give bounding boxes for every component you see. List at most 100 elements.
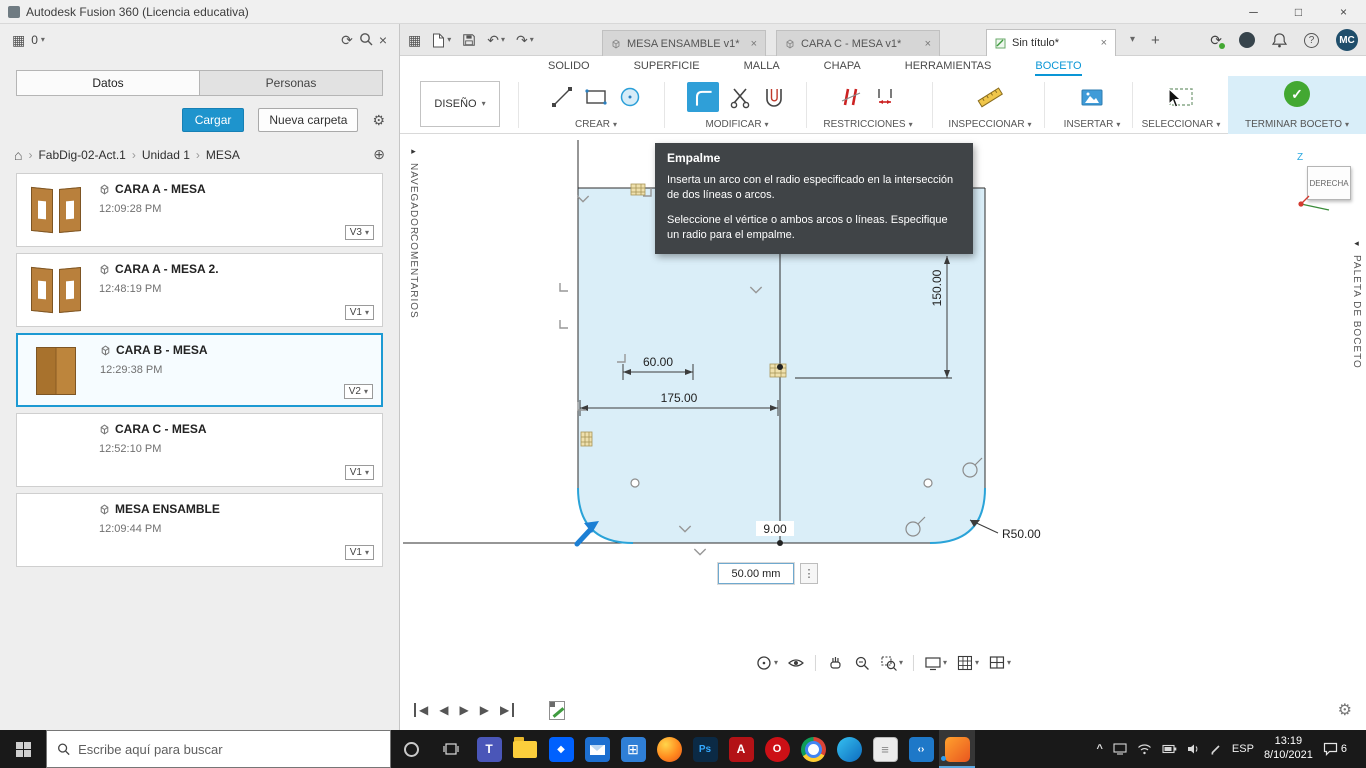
grid-settings-button[interactable]: ▾: [954, 652, 981, 674]
job-status-icon[interactable]: [1239, 32, 1255, 48]
timeline-skip-start-button[interactable]: ◀: [414, 703, 429, 717]
projects-grid-icon[interactable]: ▦: [12, 33, 25, 47]
upload-button[interactable]: Cargar: [181, 108, 245, 132]
tab-herramientas[interactable]: HERRAMIENTAS: [905, 56, 992, 76]
opera-icon[interactable]: [759, 730, 795, 768]
model-canvas[interactable]: 60.00 175.00 150.00 9.00 R50.00 ▸ NAVEGA…: [400, 134, 1366, 690]
teams-icon[interactable]: [471, 730, 507, 768]
sketch-point[interactable]: [630, 478, 640, 488]
maximize-button[interactable]: □: [1276, 0, 1321, 24]
workspace-selector[interactable]: DISEÑO ▾: [420, 81, 500, 127]
tab-boceto[interactable]: BOCETO: [1035, 56, 1081, 76]
fusion-360-taskbar-icon[interactable]: [939, 730, 975, 768]
start-button[interactable]: [0, 730, 46, 768]
measure-ruler-icon[interactable]: [976, 84, 1004, 110]
chevron-up-icon[interactable]: ^: [1096, 743, 1102, 755]
clock[interactable]: 13:19 8/10/2021: [1264, 735, 1313, 763]
code-app-icon[interactable]: [903, 730, 939, 768]
zoom-window-button[interactable]: ▾: [878, 652, 905, 674]
notes-icon[interactable]: [867, 730, 903, 768]
language-indicator[interactable]: ESP: [1232, 743, 1254, 755]
acrobat-icon[interactable]: [723, 730, 759, 768]
speaker-icon[interactable]: [1187, 743, 1200, 755]
breadcrumb-folder[interactable]: Unidad 1: [142, 148, 190, 162]
redo-button[interactable]: ↷ ▾: [516, 33, 534, 47]
user-avatar[interactable]: MC: [1336, 29, 1358, 51]
pen-icon[interactable]: [1210, 743, 1222, 755]
rectangle-tool-icon[interactable]: [583, 84, 609, 110]
close-panel-icon[interactable]: ×: [379, 33, 387, 47]
dropbox-icon[interactable]: [543, 730, 579, 768]
timeline-step-forward-button[interactable]: ▶: [479, 703, 490, 717]
trim-scissors-icon[interactable]: [727, 84, 753, 110]
version-dropdown[interactable]: V1 ▾: [344, 465, 374, 480]
list-item[interactable]: CARA A - MESA 2. 12:48:19 PM V1 ▾: [16, 253, 383, 327]
list-item[interactable]: CARA C - MESA 12:52:10 PM V1 ▾: [16, 413, 383, 487]
pan-button[interactable]: [824, 652, 846, 674]
cortana-button[interactable]: [391, 730, 431, 768]
new-tab-button[interactable]: +: [1151, 32, 1160, 49]
group-label-insertar[interactable]: INSERTAR ▾: [1064, 119, 1121, 130]
search-input[interactable]: [78, 741, 380, 757]
search-icon[interactable]: [359, 32, 373, 48]
display-settings-button[interactable]: ▾: [922, 652, 949, 674]
refresh-icon[interactable]: ⟳: [341, 33, 353, 47]
timeline-settings-gear-icon[interactable]: ⚙: [1338, 700, 1352, 720]
comentarios-panel-tab[interactable]: COMENTARIOS: [408, 234, 419, 322]
dimension-9[interactable]: 9.00: [756, 521, 794, 536]
fillet-tool-icon-active[interactable]: [687, 82, 719, 112]
kebab-menu-icon[interactable]: ⋮: [800, 563, 818, 584]
file-explorer-icon[interactable]: [507, 730, 543, 768]
sketch-vertex[interactable]: [777, 540, 783, 546]
tab-personas[interactable]: Personas: [200, 71, 382, 95]
chrome-icon[interactable]: [795, 730, 831, 768]
document-tab-active[interactable]: Sin título* ×: [986, 29, 1116, 56]
job-status-dropdown[interactable]: 0 ▾: [31, 33, 45, 47]
edge-icon[interactable]: [831, 730, 867, 768]
close-tab-icon[interactable]: ×: [751, 38, 757, 50]
timeline-skip-end-button[interactable]: ▶: [499, 703, 515, 717]
finish-sketch-label[interactable]: TERMINAR BOCETO ▾: [1245, 119, 1349, 130]
tab-malla[interactable]: MALLA: [744, 56, 780, 76]
tab-list-dropdown-icon[interactable]: ▾: [1130, 35, 1135, 45]
dimension-r50[interactable]: R50.00: [969, 519, 1041, 541]
sketch-vertex[interactable]: [777, 364, 783, 370]
group-label-modificar[interactable]: MODIFICAR ▾: [705, 119, 768, 130]
view-cube[interactable]: Z DERECHA: [1293, 152, 1365, 220]
version-dropdown[interactable]: V1 ▾: [344, 545, 374, 560]
task-view-button[interactable]: [431, 730, 471, 768]
tab-superficie[interactable]: SUPERFICIE: [634, 56, 700, 76]
list-item-selected[interactable]: CARA B - MESA 12:29:38 PM V2 ▾: [16, 333, 383, 407]
version-dropdown[interactable]: V2 ▾: [343, 384, 373, 399]
list-item[interactable]: CARA A - MESA 12:09:28 PM V3 ▾: [16, 173, 383, 247]
new-folder-button[interactable]: Nueva carpeta: [258, 108, 359, 132]
list-item[interactable]: MESA ENSAMBLE 12:09:44 PM V1 ▾: [16, 493, 383, 567]
sketch-palette-tab[interactable]: ◂ PALETA DE BOCETO: [1351, 238, 1362, 369]
close-button[interactable]: ×: [1321, 0, 1366, 24]
tab-datos[interactable]: Datos: [17, 71, 200, 95]
undo-button[interactable]: ↶ ▾: [487, 33, 505, 47]
zoom-button[interactable]: [851, 652, 873, 674]
look-at-button[interactable]: [785, 652, 807, 674]
gear-icon[interactable]: ⚙: [372, 113, 385, 127]
document-tab[interactable]: CARA C - MESA v1* ×: [776, 30, 940, 56]
parallel-constraint-icon[interactable]: [838, 84, 864, 110]
wifi-icon[interactable]: [1137, 743, 1152, 755]
group-label-seleccionar[interactable]: SELECCIONAR ▾: [1142, 119, 1221, 130]
home-icon[interactable]: ⌂: [14, 148, 22, 162]
sync-status-icon[interactable]: ⟳: [1210, 32, 1225, 49]
group-label-restricciones[interactable]: RESTRICCIONES ▾: [823, 119, 912, 130]
timeline-play-button[interactable]: ▶: [458, 703, 469, 717]
photoshop-icon[interactable]: [687, 730, 723, 768]
minimize-button[interactable]: ─: [1231, 0, 1276, 24]
save-button[interactable]: [462, 33, 476, 47]
web-view-icon[interactable]: ⊕: [373, 146, 385, 163]
offset-tool-icon[interactable]: [761, 84, 787, 110]
navegador-panel-tab[interactable]: ▸ NAVEGADOR: [408, 146, 419, 235]
group-label-inspeccionar[interactable]: INSPECCIONAR ▾: [948, 119, 1031, 130]
tab-solido[interactable]: SOLIDO: [548, 56, 590, 76]
battery-icon[interactable]: [1162, 744, 1177, 754]
finish-sketch-button[interactable]: ✓: [1284, 81, 1310, 107]
dimension-constraint-icon[interactable]: [872, 84, 898, 110]
tab-chapa[interactable]: CHAPA: [824, 56, 861, 76]
